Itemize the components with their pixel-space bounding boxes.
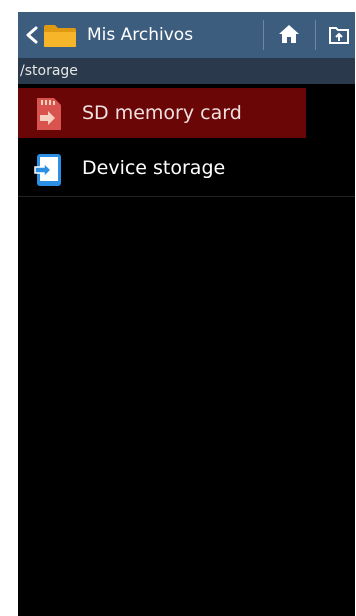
device-storage-icon: [34, 154, 61, 186]
home-icon: [279, 25, 299, 43]
folder-icon: [44, 25, 76, 47]
sd-card-icon: [37, 98, 61, 130]
storage-item-label: Device storage: [82, 157, 226, 179]
storage-item-sd-card[interactable]: SD memory card: [18, 88, 355, 142]
screen: Mis Archivos /storage SD memory card Dev…: [18, 12, 355, 616]
folder-up-icon: [329, 27, 349, 44]
action-bar: Mis Archivos: [18, 12, 355, 58]
app-title[interactable]: Mis Archivos: [87, 23, 193, 47]
folder-up-button[interactable]: [316, 12, 355, 58]
path-bar: /storage: [18, 58, 355, 84]
storage-item-label: SD memory card: [82, 102, 242, 124]
home-button[interactable]: [264, 12, 314, 58]
storage-item-device[interactable]: Device storage: [18, 142, 355, 197]
chevron-left-icon[interactable]: [24, 25, 40, 45]
current-path: /storage: [20, 63, 78, 79]
